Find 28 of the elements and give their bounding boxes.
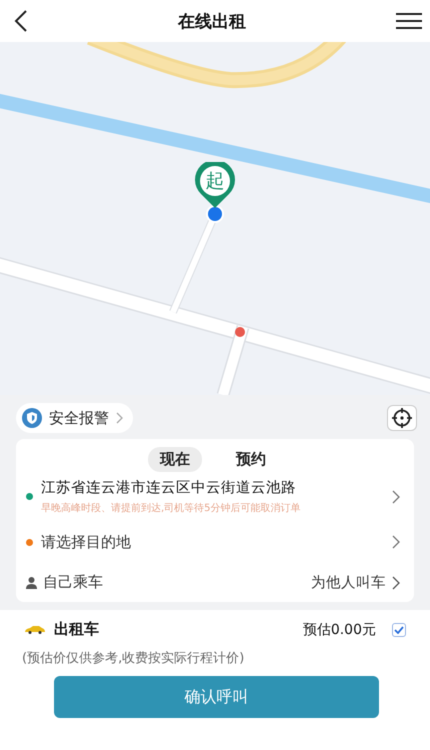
- crosshair-icon: [392, 408, 412, 428]
- price-estimate: 预估0.00元: [302, 620, 376, 638]
- chevron-icon: [392, 490, 400, 504]
- shield-icon: [22, 408, 42, 428]
- mode-tab[interactable]: 预约: [224, 447, 278, 472]
- page-title: 在线出租: [178, 10, 246, 32]
- chevron-icon: [116, 412, 123, 424]
- self-ride-label: 自己乘车: [43, 573, 104, 592]
- destination-placeholder: 请选择目的地: [41, 532, 132, 552]
- menu-icon[interactable]: [396, 12, 422, 30]
- call-for-others-link[interactable]: 为他人叫车: [311, 573, 386, 592]
- person-icon: [26, 576, 37, 588]
- destination-row[interactable]: 请选择目的地: [26, 529, 400, 555]
- service-checkbox[interactable]: [392, 622, 406, 636]
- pickup-notice: 早晚高峰时段、请提前到达,司机等待5分钟后可能取消订单: [41, 502, 302, 515]
- start-pin: 起: [192, 162, 238, 224]
- origin-address: 江苏省连云港市连云区中云街道云池路: [41, 478, 297, 497]
- back-icon[interactable]: [14, 10, 28, 32]
- chevron-icon: [392, 576, 400, 590]
- origin-row[interactable]: 江苏省连云港市连云区中云街道云池路 早晚高峰时段、请提前到达,司机等待5分钟后可能取消订单: [26, 478, 400, 515]
- car-icon: [24, 625, 46, 634]
- confirm-call-button[interactable]: 确认呼叫: [54, 676, 379, 718]
- safety-alarm-button[interactable]: 安全报警: [16, 403, 133, 433]
- service-name: 出租车: [54, 620, 100, 639]
- price-disclaimer: (预估价仅供参考,收费按实际行程计价): [22, 650, 246, 667]
- locate-button[interactable]: [387, 405, 417, 431]
- chevron-icon: [392, 535, 400, 549]
- mode-tab[interactable]: 现在: [148, 447, 202, 472]
